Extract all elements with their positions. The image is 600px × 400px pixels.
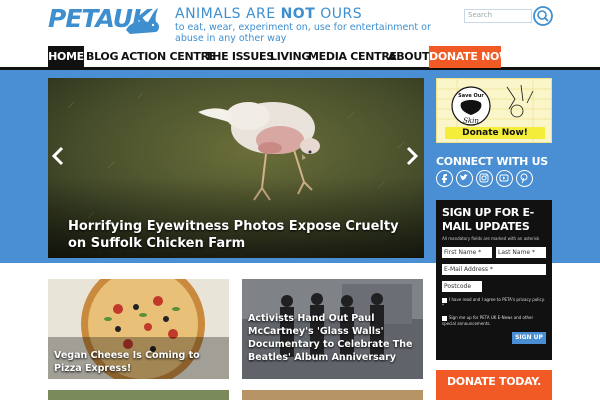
- save-our-skin-card[interactable]: Save Our Skin Donate Now!: [436, 78, 552, 143]
- privacy-consent-row[interactable]: I have read and I agree to PETA's privac…: [442, 297, 548, 309]
- nav-blog[interactable]: Blog: [86, 46, 118, 68]
- postcode-field[interactable]: Postcode: [442, 281, 482, 292]
- nav-media-centre[interactable]: Media Centre: [308, 46, 397, 68]
- bunny-icon: [126, 8, 159, 34]
- connect-with-us-heading: Connect With Us: [436, 155, 548, 168]
- enews-checkbox[interactable]: [442, 315, 447, 321]
- enews-consent-row[interactable]: Sign me up for PETA UK E-News and other …: [442, 315, 548, 327]
- tagline: ANIMALS ARE NOT OURS to eat, wear, exper…: [175, 6, 445, 44]
- tagline-headline: ANIMALS ARE NOT OURS: [175, 6, 363, 22]
- article-tile-partial[interactable]: [48, 390, 229, 400]
- peta-uk-logo[interactable]: PETAUK: [48, 4, 160, 40]
- skin-label: Skin: [463, 117, 479, 125]
- pinterest-icon[interactable]: [516, 170, 533, 187]
- nav-donate-now[interactable]: Donate Now: [429, 46, 511, 68]
- donate-now-button[interactable]: Donate Now!: [445, 127, 545, 139]
- site-header: PETAUK ANIMALS ARE NOT OURS to eat, wear…: [0, 0, 600, 44]
- nav-living[interactable]: Living: [270, 46, 310, 68]
- email-field[interactable]: E-Mail Address *: [442, 264, 546, 275]
- nav-the-issues[interactable]: The Issues: [205, 46, 274, 68]
- nav-home[interactable]: Home: [48, 46, 84, 68]
- tagline-subtext: to eat, wear, experiment on, use for ent…: [175, 22, 431, 44]
- first-name-field[interactable]: First Name *: [442, 247, 492, 258]
- article-tile-vegan-cheese[interactable]: Vegan Cheese Is Coming to Pizza Express!: [48, 279, 229, 379]
- hero-slider[interactable]: Horrifying Eyewitness Photos Expose Crue…: [48, 78, 424, 258]
- mandatory-fields-note: All mandatory fields are marked with an …: [442, 236, 540, 241]
- search-input[interactable]: Search: [464, 9, 532, 23]
- article-tile-glass-walls[interactable]: Activists Hand Out Paul McCartney's 'Gla…: [242, 279, 423, 379]
- facebook-icon[interactable]: [436, 170, 453, 187]
- email-signup-panel: Sign Up For E-Mail Updates All mandatory…: [436, 200, 552, 360]
- last-name-field[interactable]: Last Name *: [496, 247, 546, 258]
- youtube-icon[interactable]: [496, 170, 513, 187]
- slider-next-arrow-icon[interactable]: [404, 146, 420, 166]
- article-tile-partial[interactable]: [242, 390, 423, 400]
- hero-caption[interactable]: Horrifying Eyewitness Photos Expose Crue…: [68, 218, 408, 252]
- privacy-checkbox[interactable]: [442, 297, 447, 303]
- tile-caption[interactable]: Vegan Cheese Is Coming to Pizza Express!: [54, 349, 224, 375]
- signup-heading: Sign Up For E-Mail Updates: [442, 206, 534, 233]
- slider-prev-arrow-icon[interactable]: [50, 146, 66, 166]
- donate-today-banner[interactable]: Donate Today.: [436, 370, 552, 400]
- search-icon[interactable]: [533, 6, 553, 26]
- twitter-icon[interactable]: [456, 170, 473, 187]
- save-our-label: Save Our: [458, 93, 484, 99]
- tile-caption[interactable]: Activists Hand Out Paul McCartney's 'Gla…: [248, 312, 418, 364]
- nav-action-centre[interactable]: Action Centre: [121, 46, 216, 68]
- instagram-icon[interactable]: [476, 170, 493, 187]
- signup-button[interactable]: SIGN UP: [512, 332, 546, 344]
- nav-about[interactable]: About: [388, 46, 429, 68]
